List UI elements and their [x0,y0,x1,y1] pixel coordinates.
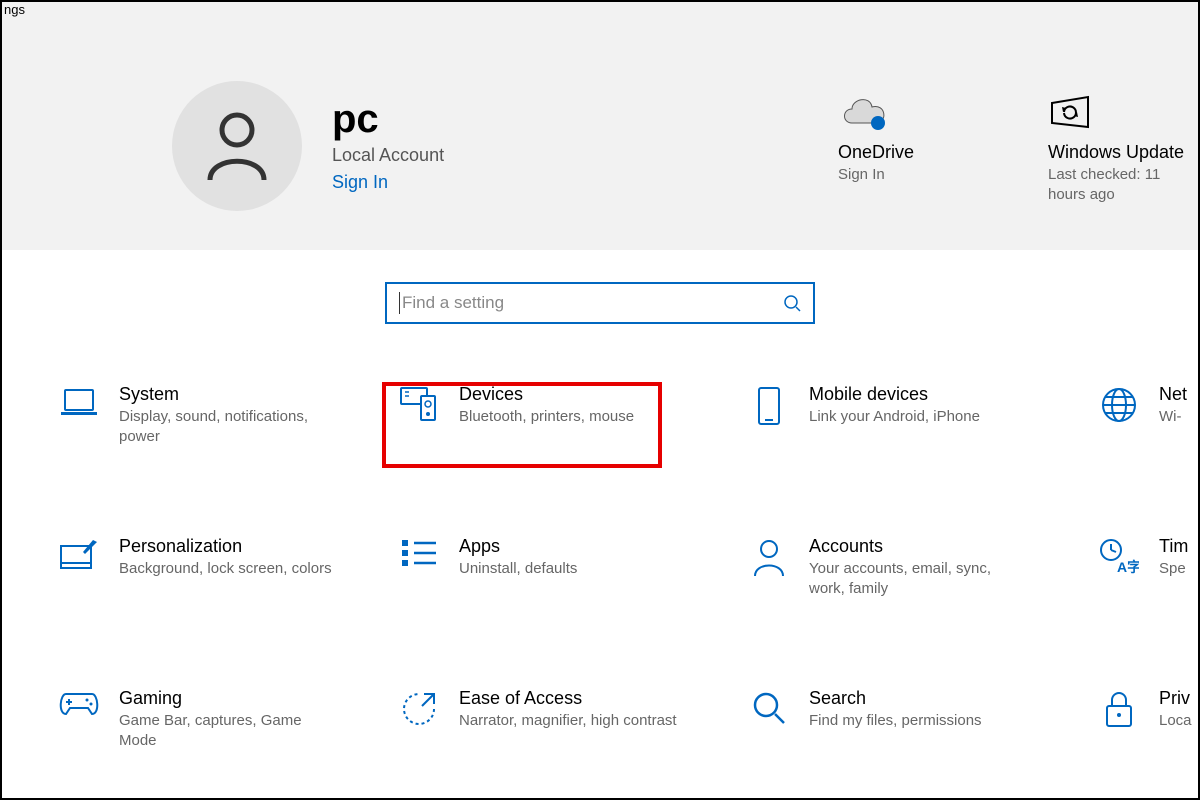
category-network[interactable]: NetWi- [1097,384,1200,446]
paint-icon [57,536,101,580]
category-desc: Game Bar, captures, Game Mode [119,711,339,750]
category-desc: Background, lock screen, colors [119,559,332,579]
user-name: pc [332,99,444,139]
search-placeholder: Find a setting [402,293,783,313]
lock-icon [1097,688,1141,732]
windows-update-card[interactable]: Windows Update Last checked: 11 hours ag… [1048,88,1198,204]
category-desc: Wi- [1159,407,1187,427]
category-desc: Link your Android, iPhone [809,407,980,427]
category-ease-of-access[interactable]: Ease of AccessNarrator, magnifier, high … [397,688,747,750]
update-subtitle: Last checked: 11 hours ago [1048,165,1198,204]
search-input[interactable]: Find a setting [385,282,815,324]
laptop-icon [57,384,101,428]
category-title: Net [1159,384,1187,405]
header-banner: pc Local Account Sign In OneDrive Sign I… [2,2,1198,250]
person-outline-icon [747,536,791,580]
gamepad-icon [57,688,101,732]
magnifier-icon [747,688,791,732]
user-avatar[interactable] [172,81,302,211]
category-title: Accounts [809,536,1029,557]
category-apps[interactable]: AppsUninstall, defaults [397,536,747,598]
category-time-language[interactable]: A字 TimSpe [1097,536,1200,598]
user-account-type: Local Account [332,145,444,166]
time-language-icon: A字 [1097,536,1141,580]
user-block: pc Local Account Sign In [172,81,838,211]
category-mobile[interactable]: Mobile devicesLink your Android, iPhone [747,384,1097,446]
category-desc: Uninstall, defaults [459,559,577,579]
category-system[interactable]: SystemDisplay, sound, notifications, pow… [57,384,397,446]
svg-text:A字: A字 [1117,559,1139,575]
onedrive-title: OneDrive [838,142,988,163]
category-title: Search [809,688,982,709]
category-desc: Narrator, magnifier, high contrast [459,711,677,731]
onedrive-cloud-icon [838,88,988,138]
category-desc: Find my files, permissions [809,711,982,731]
update-title: Windows Update [1048,142,1198,163]
ease-of-access-icon [397,688,441,732]
person-icon [202,110,272,182]
category-title: Ease of Access [459,688,677,709]
category-title: Gaming [119,688,339,709]
globe-icon [1097,384,1141,428]
category-title: Personalization [119,536,332,557]
search-icon [783,294,801,312]
phone-icon [747,384,791,428]
onedrive-subtitle: Sign In [838,165,988,185]
update-sync-icon [1048,88,1198,138]
category-title: Apps [459,536,577,557]
category-title: Tim [1159,536,1188,557]
category-title: Mobile devices [809,384,980,405]
category-gaming[interactable]: GamingGame Bar, captures, Game Mode [57,688,397,750]
category-title: Priv [1159,688,1192,709]
text-cursor [399,292,400,314]
category-desc: Spe [1159,559,1188,579]
list-icon [397,536,441,580]
devices-highlight-box [382,382,662,468]
category-desc: Display, sound, notifications, power [119,407,339,446]
category-search[interactable]: SearchFind my files, permissions [747,688,1097,750]
category-desc: Loca [1159,711,1192,731]
category-accounts[interactable]: AccountsYour accounts, email, sync, work… [747,536,1097,598]
category-personalization[interactable]: PersonalizationBackground, lock screen, … [57,536,397,598]
category-desc: Your accounts, email, sync, work, family [809,559,1029,598]
category-title: System [119,384,339,405]
window-title-fragment: ngs [2,2,27,17]
category-privacy[interactable]: PrivLoca [1097,688,1200,750]
onedrive-card[interactable]: OneDrive Sign In [838,88,988,204]
user-signin-link[interactable]: Sign In [332,172,388,193]
